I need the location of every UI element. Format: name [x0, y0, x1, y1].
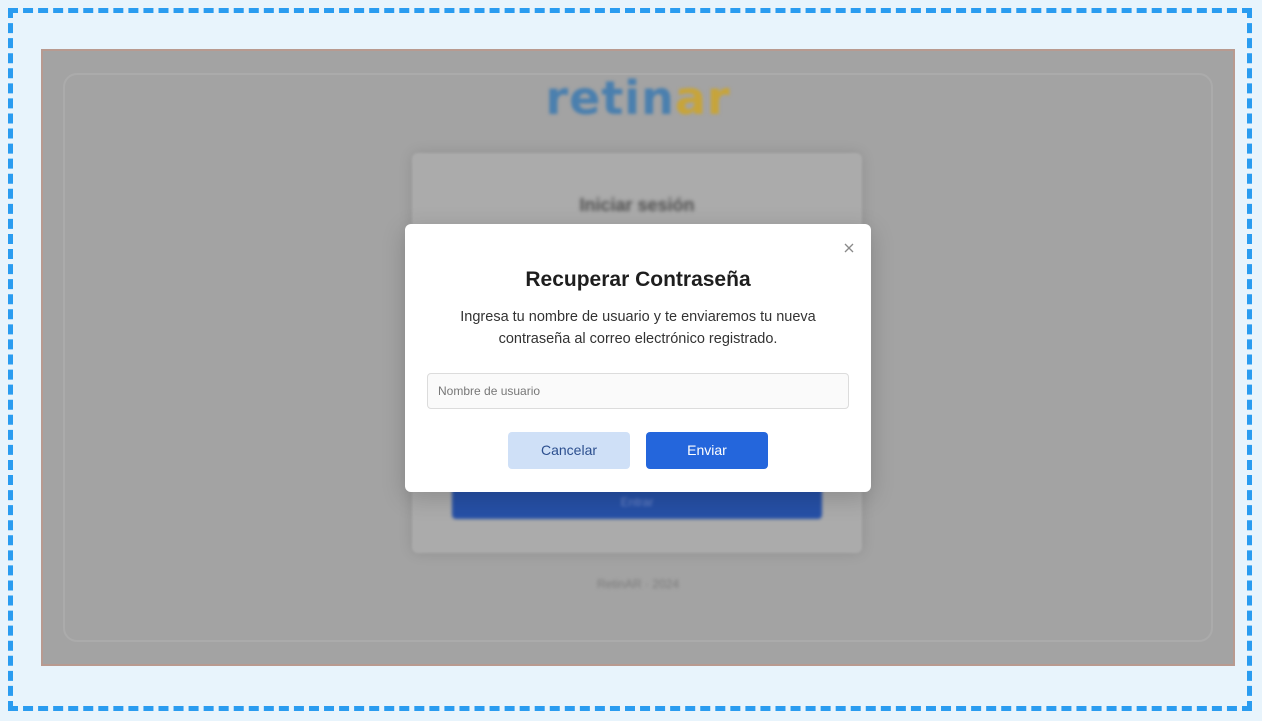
page-footer: RetinAR · 2024 — [596, 577, 680, 591]
recover-password-modal: Recuperar Contraseña Ingresa tu nombre d… — [405, 224, 871, 492]
close-icon-glyph — [844, 243, 854, 253]
modal-description: Ingresa tu nombre de usuario y te enviar… — [460, 309, 816, 347]
logo-text-part2: ar — [674, 71, 731, 125]
logo-text-part1: retin — [545, 71, 675, 125]
username-input[interactable] — [427, 373, 849, 409]
send-button[interactable]: Enviar — [646, 432, 768, 469]
cancel-button[interactable]: Cancelar — [508, 432, 630, 469]
close-icon[interactable] — [841, 241, 857, 257]
retinar-logo: retinar — [41, 71, 1235, 125]
login-title: Iniciar sesión — [579, 195, 695, 215]
modal-title: Recuperar Contraseña — [525, 268, 751, 291]
